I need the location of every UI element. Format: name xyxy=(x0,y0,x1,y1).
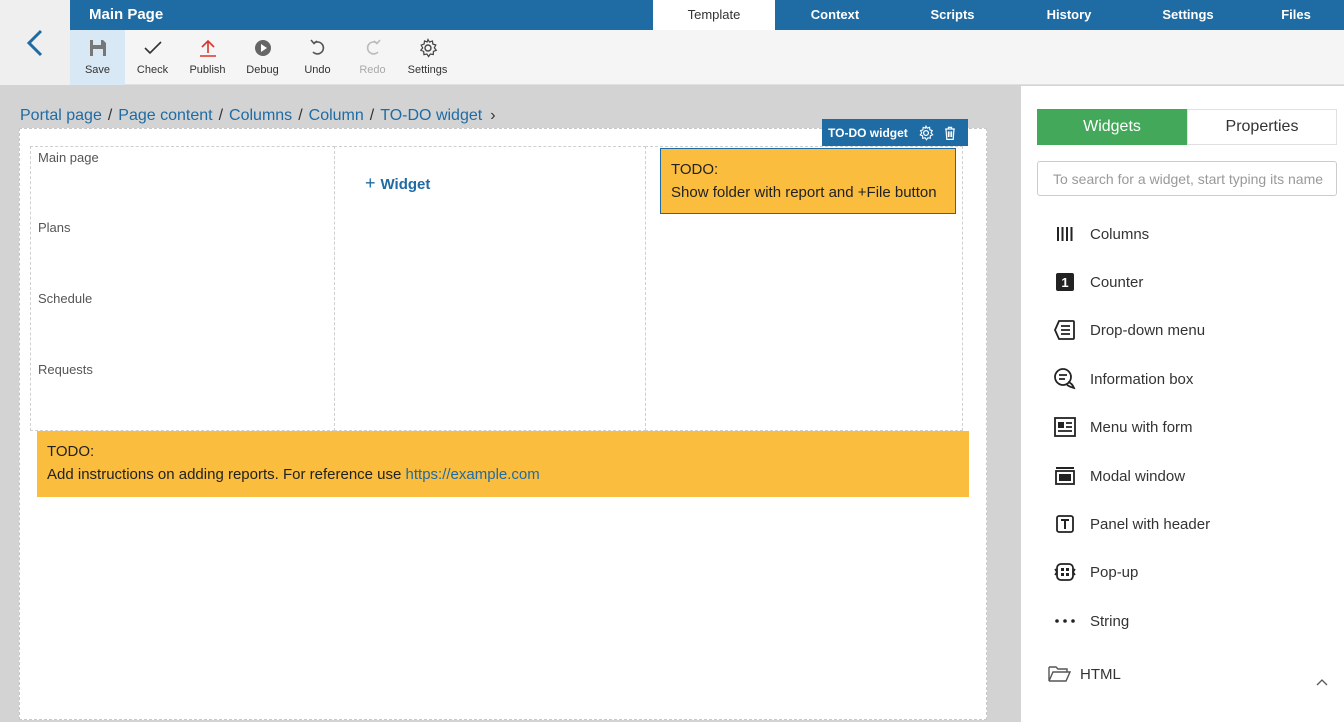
breadcrumb-portal-page[interactable]: Portal page xyxy=(20,107,102,124)
widget-item-information-box[interactable]: Information box xyxy=(1051,364,1193,394)
breadcrumb: Portal page / Page content / Columns / Column /… xyxy=(20,107,496,124)
tab-properties[interactable]: Properties xyxy=(1187,109,1337,145)
reference-link[interactable]: https://example.com xyxy=(406,466,540,483)
tab-files[interactable]: Files xyxy=(1248,0,1344,30)
breadcrumb-todo-widget[interactable]: TO-DO widget xyxy=(380,107,482,124)
speech-bubbles-icon xyxy=(1051,365,1079,393)
dropdown-menu-icon xyxy=(1051,316,1079,344)
todo-widget-selected[interactable]: TODO: Show folder with report and +File … xyxy=(660,148,956,214)
redo-icon xyxy=(366,39,381,55)
editor-canvas: Portal page / Page content / Columns / Column /… xyxy=(0,86,1021,722)
column-1[interactable]: Main page Plans Schedule Requests xyxy=(30,146,335,431)
tab-widgets[interactable]: Widgets xyxy=(1037,109,1187,145)
menu-link-schedule[interactable]: Schedule xyxy=(38,291,92,306)
play-circle-icon xyxy=(254,40,271,56)
debug-button[interactable]: Debug xyxy=(235,30,290,85)
counter-icon: 1 xyxy=(1051,268,1079,296)
tab-settings[interactable]: Settings xyxy=(1128,0,1248,30)
undo-button[interactable]: Undo xyxy=(290,30,345,85)
check-button[interactable]: Check xyxy=(125,30,180,85)
back-button[interactable] xyxy=(0,0,70,85)
toolbar: Save Check Publish Debug Undo Redo Setti… xyxy=(70,30,1344,85)
menu-link-main-page[interactable]: Main page xyxy=(38,150,99,165)
redo-button[interactable]: Redo xyxy=(345,30,400,85)
check-icon xyxy=(143,41,162,55)
widget-item-panel-with-header[interactable]: Panel with header xyxy=(1051,509,1210,539)
panel-tabs: Widgets Properties xyxy=(1037,109,1337,145)
tab-context[interactable]: Context xyxy=(775,0,895,30)
columns-icon xyxy=(1051,220,1079,248)
menu-form-icon xyxy=(1051,413,1079,441)
breadcrumb-columns[interactable]: Columns xyxy=(229,107,292,124)
trash-icon[interactable] xyxy=(942,125,958,141)
column-2[interactable]: + Widget xyxy=(334,146,646,431)
todo-widget[interactable]: TODO: Add instructions on adding reports… xyxy=(37,431,969,497)
menu-link-plans[interactable]: Plans xyxy=(38,220,71,235)
widget-item-columns[interactable]: Columns xyxy=(1051,219,1149,249)
modal-window-icon xyxy=(1051,462,1079,490)
tab-scripts[interactable]: Scripts xyxy=(895,0,1010,30)
widget-item-modal-window[interactable]: Modal window xyxy=(1051,461,1185,491)
dots-icon xyxy=(1051,607,1079,635)
gear-icon xyxy=(419,38,437,58)
widgets-panel: Widgets Properties Columns 1 Counter Dro… xyxy=(1021,86,1344,722)
selected-widget-toolbar: TO-DO widget xyxy=(822,119,968,146)
folder-open-icon xyxy=(1048,666,1071,682)
breadcrumb-page-content[interactable]: Page content xyxy=(118,107,212,124)
widget-search-input[interactable] xyxy=(1037,161,1337,196)
widget-item-menu-with-form[interactable]: Menu with form xyxy=(1051,412,1193,442)
settings-button[interactable]: Settings xyxy=(400,30,455,85)
widget-item-counter[interactable]: 1 Counter xyxy=(1051,267,1143,297)
chevron-left-icon xyxy=(26,29,43,56)
upload-icon xyxy=(199,39,216,57)
page-preview: Main page Plans Schedule Requests + Widge… xyxy=(19,119,987,720)
gear-icon[interactable] xyxy=(918,124,934,141)
tab-template[interactable]: Template xyxy=(653,0,775,30)
panel-header-icon xyxy=(1051,510,1079,538)
save-button[interactable]: Save xyxy=(70,30,125,85)
widget-item-pop-up[interactable]: Pop-up xyxy=(1051,557,1138,587)
widget-item-dropdown-menu[interactable]: Drop-down menu xyxy=(1051,315,1205,345)
undo-icon xyxy=(309,39,324,55)
chevron-right-icon[interactable]: › xyxy=(490,107,495,124)
plus-icon: + xyxy=(365,173,376,193)
tab-history[interactable]: History xyxy=(1010,0,1128,30)
selected-widget-label: TO-DO widget xyxy=(828,125,908,140)
page-title: Main Page xyxy=(89,6,164,23)
save-icon xyxy=(89,40,106,56)
publish-button[interactable]: Publish xyxy=(180,30,235,85)
breadcrumb-column[interactable]: Column xyxy=(309,107,364,124)
add-widget-button[interactable]: + Widget xyxy=(365,173,430,194)
widget-group-html[interactable]: HTML xyxy=(1047,664,1121,684)
chevron-up-icon[interactable] xyxy=(1314,674,1330,690)
top-bar: Main Page Template Context Scripts Histo… xyxy=(70,0,1344,30)
popup-icon xyxy=(1051,558,1079,586)
widget-item-string[interactable]: String xyxy=(1051,606,1129,636)
svg-text:1: 1 xyxy=(1061,275,1068,290)
menu-link-requests[interactable]: Requests xyxy=(38,362,93,377)
